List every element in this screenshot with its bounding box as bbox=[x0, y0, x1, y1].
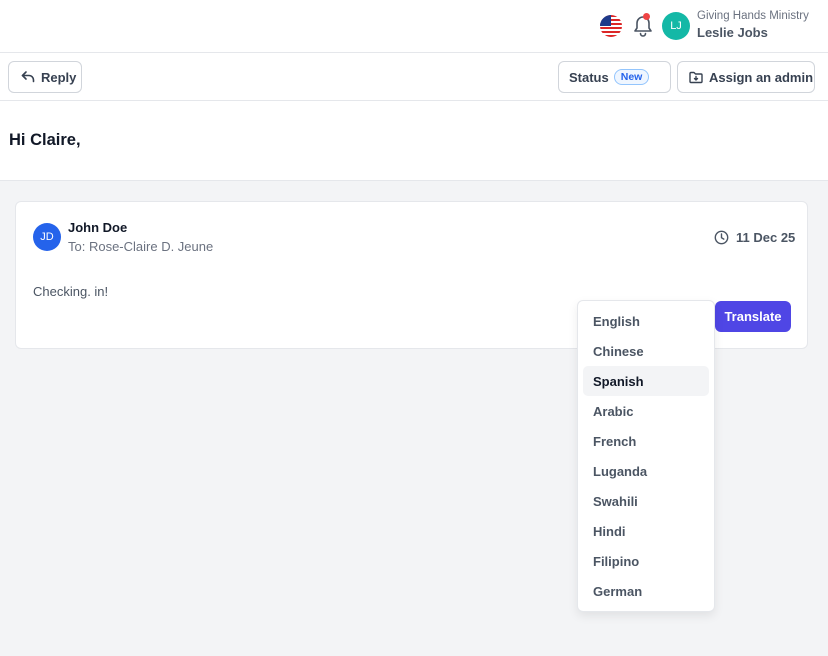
language-option[interactable]: Swahili bbox=[583, 486, 709, 516]
reply-icon bbox=[21, 71, 35, 83]
language-option[interactable]: German bbox=[583, 576, 709, 606]
language-option[interactable]: French bbox=[583, 426, 709, 456]
toolbar: Reply Status New Assign an admin bbox=[0, 53, 828, 101]
message-date: 11 Dec 25 bbox=[736, 230, 796, 245]
top-bar: LJ Giving Hands Ministry Leslie Jobs bbox=[0, 0, 828, 53]
language-option[interactable]: Hindi bbox=[583, 516, 709, 546]
reply-label: Reply bbox=[41, 69, 77, 85]
user-avatar[interactable]: LJ bbox=[662, 12, 690, 40]
status-label: Status bbox=[569, 69, 609, 85]
us-flag-icon[interactable] bbox=[600, 15, 622, 37]
organization-name: Giving Hands Ministry bbox=[697, 10, 809, 22]
language-option[interactable]: Luganda bbox=[583, 456, 709, 486]
assign-admin-label: Assign an admin bbox=[709, 69, 814, 85]
sender-name: John Doe bbox=[68, 220, 128, 235]
language-option-selected[interactable]: Spanish bbox=[583, 366, 709, 396]
user-name: Leslie Jobs bbox=[697, 25, 768, 40]
folder-download-icon bbox=[689, 71, 703, 83]
language-option[interactable]: Chinese bbox=[583, 336, 709, 366]
greeting-text: Hi Claire, bbox=[9, 131, 81, 149]
sender-avatar: JD bbox=[33, 223, 61, 251]
status-button[interactable]: Status New bbox=[558, 61, 671, 93]
language-dropdown: English Chinese Spanish Arabic French Lu… bbox=[577, 300, 715, 612]
notification-dot bbox=[643, 13, 650, 20]
recipient: To: Rose-Claire D. Jeune bbox=[68, 239, 214, 254]
translate-button[interactable]: Translate bbox=[715, 301, 791, 332]
assign-admin-button[interactable]: Assign an admin bbox=[677, 61, 815, 93]
greeting-section: Hi Claire, bbox=[0, 101, 828, 181]
status-badge: New bbox=[613, 69, 650, 85]
language-option[interactable]: Filipino bbox=[583, 546, 709, 576]
clock-icon bbox=[714, 230, 729, 245]
language-option[interactable]: Arabic bbox=[583, 396, 709, 426]
reply-button[interactable]: Reply bbox=[8, 61, 82, 93]
language-option[interactable]: English bbox=[583, 306, 709, 336]
message-body: Checking. in! bbox=[33, 284, 109, 299]
